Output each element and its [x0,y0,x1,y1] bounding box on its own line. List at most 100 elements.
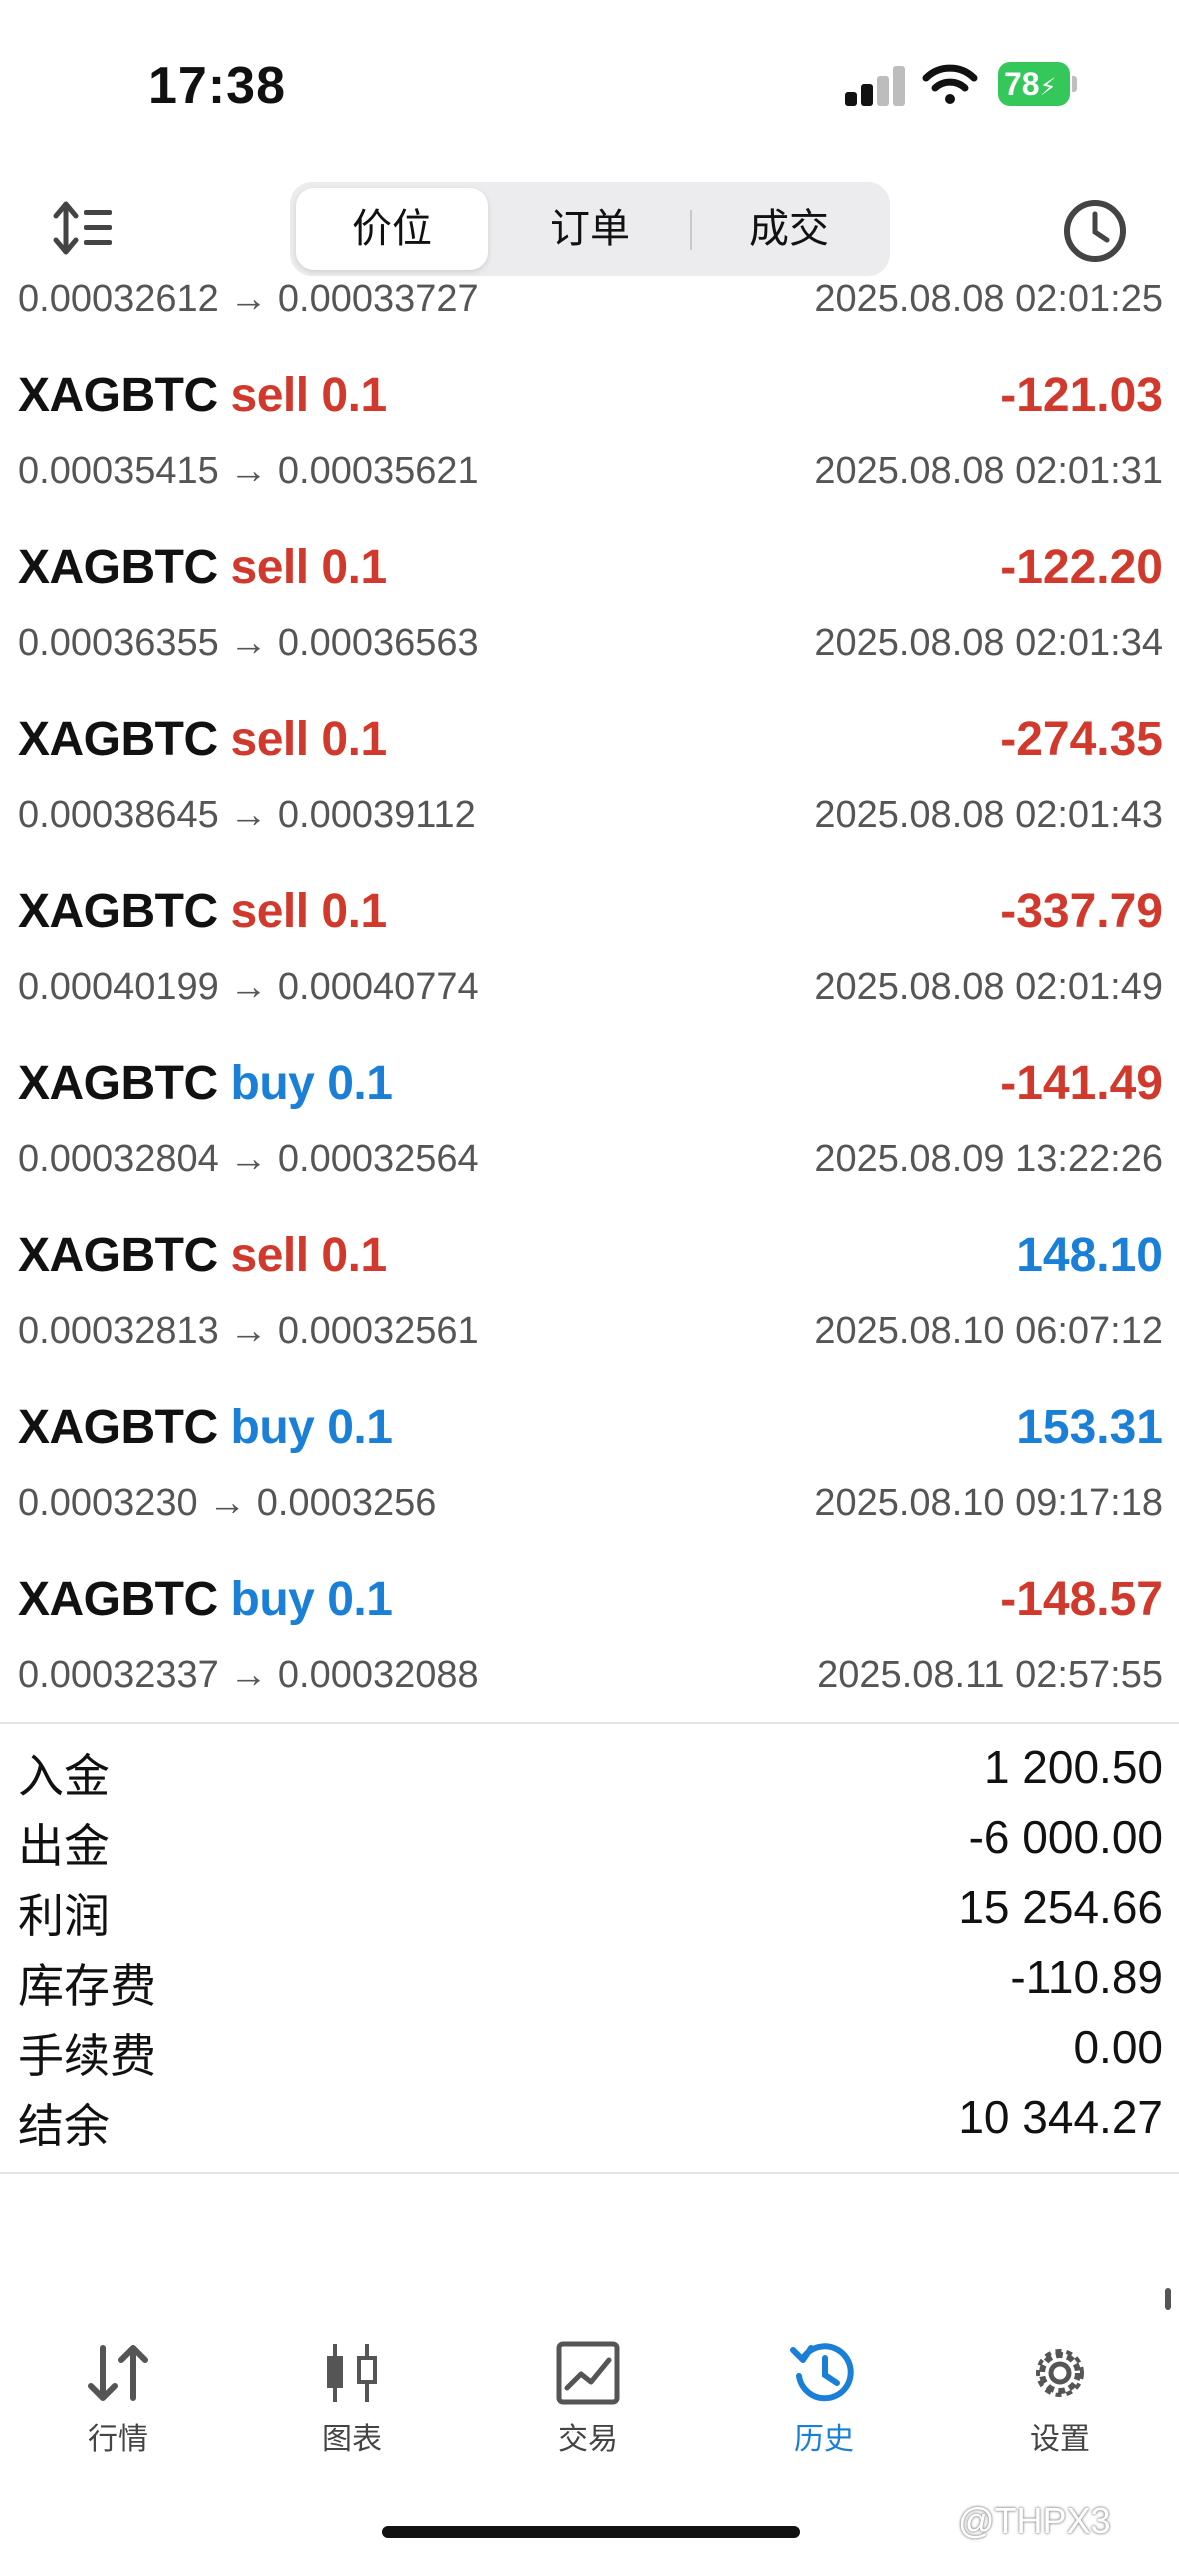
summary-value: 1 200.50 [983,1741,1163,1793]
summary-row-swap: 库存费 -110.89 [0,1950,1179,2020]
summary-row-commission: 手续费 0.00 [0,2020,1179,2090]
trade-time: 2025.08.09 13:22:26 [814,1138,1163,1180]
trade-volume: 0.1 [321,1229,387,1282]
battery-icon: 78⚡ [998,62,1078,106]
trade-volume: 0.1 [327,1057,393,1110]
gear-icon [1036,2349,1084,2397]
tab-label: 设置 [1030,2423,1090,2456]
segment-deals[interactable]: 成交 [694,188,884,270]
trade-symbol: XAGBTC sell 0.1 [18,713,387,766]
cellular-signal-icon [845,66,907,106]
tab-label: 历史 [794,2423,854,2456]
trade-side: sell [230,369,310,422]
candlestick-icon [327,2344,377,2402]
clock-icon[interactable] [1062,198,1128,264]
trade-symbol: XAGBTC sell 0.1 [18,1229,387,1282]
trade-profit: 148.10 [1016,1229,1163,1282]
home-indicator[interactable] [382,2526,800,2538]
summary-value: 10 344.27 [958,2091,1163,2143]
trade-row[interactable]: XAGBTC buy 0.1 -148.57 0.00032337 → 0.00… [0,1560,1179,1718]
trade-time: 2025.08.08 02:01:49 [814,966,1163,1008]
tab-label: 交易 [558,2423,618,2456]
trade-prices: 0.00032813 → 0.00032561 [18,1310,479,1352]
trade-prices: 0.00040199 → 0.00040774 [18,966,479,1008]
trade-volume: 0.1 [327,1401,393,1454]
segment-orders[interactable]: 订单 [494,188,686,270]
summary-bottom-divider [0,2172,1179,2174]
tab-settings[interactable]: 设置 [980,2340,1140,2480]
trade-symbol: XAGBTC buy 0.1 [18,1573,393,1626]
trade-profit: -121.03 [1000,369,1163,422]
trade-side: sell [230,713,310,766]
trade-row[interactable]: XAGBTC buy 0.1 153.31 0.0003230 → 0.0003… [0,1388,1179,1560]
arrows-updown-icon [88,2345,148,2401]
trade-row-partial[interactable]: 0.00032612 → 0.00033727 2025.08.08 02:01… [0,278,1179,356]
account-summary: 入金 1 200.50 出金 -6 000.00 利润 15 254.66 库存… [0,1740,1179,2160]
wifi-icon [922,64,978,104]
watermark: @THPX3 [958,2500,1111,2541]
trade-profit: -148.57 [1000,1573,1163,1626]
trade-side: buy [230,1401,315,1454]
trade-volume: 0.1 [327,1573,393,1626]
history-icon [790,2343,854,2402]
trade-side: sell [230,885,310,938]
trade-side: buy [230,1057,315,1110]
line-chart-icon [556,2341,620,2405]
summary-label: 入金 [18,1750,110,1802]
summary-label: 库存费 [18,1960,156,2012]
trade-list[interactable]: 0.00032612 → 0.00033727 2025.08.08 02:01… [0,278,1179,1718]
trade-symbol: XAGBTC sell 0.1 [18,885,387,938]
tab-label: 行情 [88,2423,148,2456]
trade-row[interactable]: XAGBTC sell 0.1 -121.03 0.00035415 → 0.0… [0,356,1179,528]
summary-value: -110.89 [1010,1951,1163,2003]
trade-symbol: XAGBTC buy 0.1 [18,1057,393,1110]
summary-label: 手续费 [18,2030,156,2082]
segment-price[interactable]: 价位 [296,188,488,270]
tab-quotes[interactable]: 行情 [38,2340,198,2480]
trade-row[interactable]: XAGBTC sell 0.1 -337.79 0.00040199 → 0.0… [0,872,1179,1044]
tab-bar: 行情 图表 交易 历史 设置 [0,2300,1179,2500]
trade-row[interactable]: XAGBTC sell 0.1 -122.20 0.00036355 → 0.0… [0,528,1179,700]
summary-value: 15 254.66 [958,1881,1163,1933]
sort-icon[interactable] [52,198,116,258]
trade-profit: 153.31 [1016,1401,1163,1454]
list-summary-divider [0,1722,1179,1724]
segment-divider [690,210,692,250]
summary-row-withdrawal: 出金 -6 000.00 [0,1810,1179,1880]
trade-profit: -122.20 [1000,541,1163,594]
trade-prices: 0.00032612 → 0.00033727 [18,278,479,320]
tab-history[interactable]: 历史 [744,2340,904,2480]
trade-prices: 0.00032804 → 0.00032564 [18,1138,479,1180]
trade-volume: 0.1 [321,713,387,766]
status-bar: 17:38 78⚡ [0,0,1179,170]
tab-charts[interactable]: 图表 [272,2340,432,2480]
trade-volume: 0.1 [321,541,387,594]
trade-row[interactable]: XAGBTC sell 0.1 -274.35 0.00038645 → 0.0… [0,700,1179,872]
trade-time: 2025.08.08 02:01:31 [814,450,1163,492]
trade-time: 2025.08.08 02:01:43 [814,794,1163,836]
trade-profit: -274.35 [1000,713,1163,766]
toolbar: 价位 订单 成交 [0,170,1179,288]
battery-level: 78 [1004,66,1040,102]
segmented-control: 价位 订单 成交 [290,182,890,276]
summary-label: 利润 [18,1890,110,1942]
trade-prices: 0.0003230 → 0.0003256 [18,1482,437,1524]
trade-prices: 0.00032337 → 0.00032088 [18,1654,479,1696]
summary-row-balance: 结余 10 344.27 [0,2090,1179,2160]
tab-label: 图表 [322,2423,382,2456]
trade-time: 2025.08.11 02:57:55 [817,1654,1163,1696]
trade-time: 2025.08.10 09:17:18 [814,1482,1163,1524]
trade-profit: -141.49 [1000,1057,1163,1110]
trade-row[interactable]: XAGBTC sell 0.1 148.10 0.00032813 → 0.00… [0,1216,1179,1388]
trade-prices: 0.00035415 → 0.00035621 [18,450,479,492]
trade-time: 2025.08.10 06:07:12 [814,1310,1163,1352]
status-time: 17:38 [148,57,286,115]
summary-value: 0.00 [1073,2021,1163,2073]
trade-symbol: XAGBTC sell 0.1 [18,369,387,422]
trade-prices: 0.00036355 → 0.00036563 [18,622,479,664]
trade-row[interactable]: XAGBTC buy 0.1 -141.49 0.00032804 → 0.00… [0,1044,1179,1216]
summary-label: 出金 [18,1820,110,1872]
tab-trade[interactable]: 交易 [508,2340,668,2480]
trade-prices: 0.00038645 → 0.00039112 [18,794,476,836]
trade-side: buy [230,1573,315,1626]
